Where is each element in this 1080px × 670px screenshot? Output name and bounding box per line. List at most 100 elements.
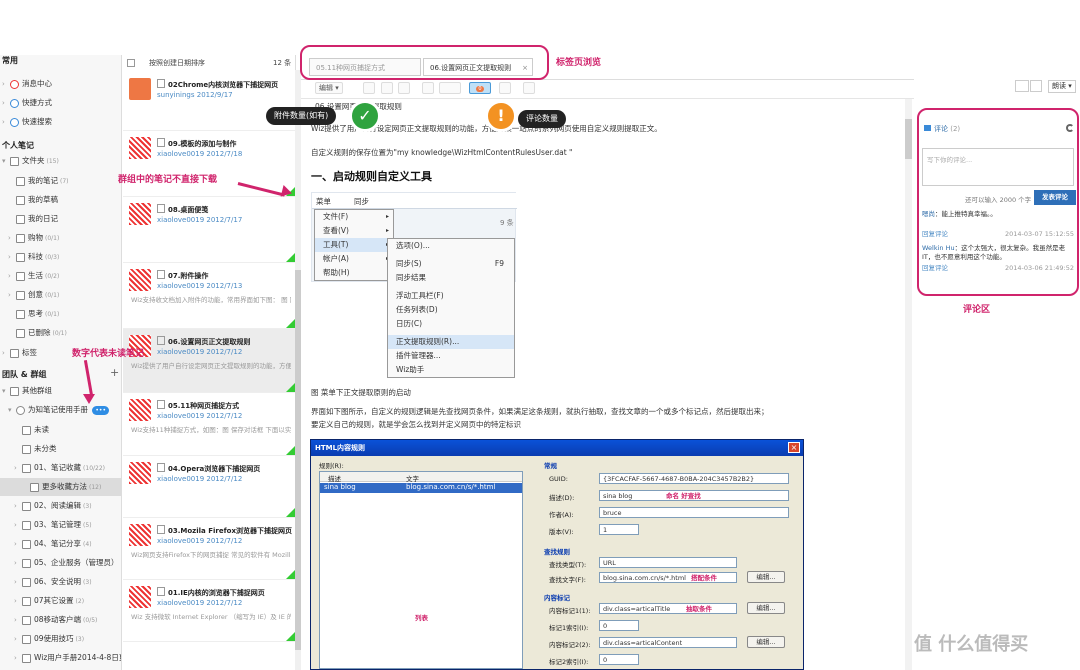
submenu-item[interactable]: 浮动工具栏(F) bbox=[388, 289, 514, 303]
chevron-right-icon[interactable]: › bbox=[14, 649, 22, 667]
submenu-item[interactable]: 选项(O)... bbox=[388, 239, 514, 253]
chevron-right-icon[interactable]: › bbox=[2, 75, 10, 93]
menu-item[interactable]: 查看(V) ▸ bbox=[315, 224, 393, 238]
info-icon[interactable] bbox=[398, 82, 410, 94]
group-folder-item[interactable]: ›05、企业服务（管理员）(13/17) bbox=[0, 554, 121, 572]
add-group-button[interactable]: + bbox=[110, 366, 119, 379]
submenu-item[interactable]: 任务列表(D) bbox=[388, 303, 514, 317]
note-list-item[interactable]: 07.附件操作 xiaolove0019 2012/7/13 Wiz支持收文档加入附… bbox=[123, 263, 295, 329]
index1-stepper[interactable]: 0 bbox=[599, 620, 639, 631]
history-icon[interactable] bbox=[499, 82, 511, 94]
close-icon[interactable]: × bbox=[788, 442, 800, 453]
save-icon[interactable] bbox=[363, 82, 375, 94]
version-stepper[interactable]: 1 bbox=[599, 524, 639, 535]
note-list-item[interactable]: 03.Mozila Firefox浏览器下捕捉网页 xiaolove0019 20… bbox=[123, 518, 295, 580]
group-folder-item[interactable]: › 01、笔记收藏 (10/22) bbox=[0, 459, 121, 477]
chevron-right-icon[interactable]: › bbox=[14, 573, 22, 591]
other-groups-node[interactable]: ▾ 其他群组 bbox=[0, 382, 121, 400]
group-folder-item[interactable]: › 06、安全说明 (3) bbox=[0, 573, 121, 591]
submenu-item[interactable]: 日历(C) bbox=[388, 317, 514, 331]
chevron-right-icon[interactable]: › bbox=[14, 459, 22, 477]
chevron-right-icon[interactable]: › bbox=[8, 267, 16, 285]
submenu-item[interactable]: 同步(S) F9 bbox=[388, 257, 514, 271]
sort-icon[interactable] bbox=[127, 59, 135, 67]
read-button[interactable]: 朗读 ▾ bbox=[1048, 80, 1076, 93]
group-folder-item[interactable]: › 02、阅读编辑 (3) bbox=[0, 497, 121, 515]
folder-item[interactable]: › 生活 (0/2) bbox=[0, 267, 121, 285]
note-list-item[interactable]: 09.模板的添加与制作 xiaolove0019 2012/7/18 bbox=[123, 131, 295, 197]
type-select[interactable]: URL bbox=[599, 557, 737, 568]
folder-item[interactable]: › 创意 (0/1) bbox=[0, 286, 121, 304]
chevron-right-icon[interactable]: › bbox=[8, 229, 16, 247]
viewer-scrollbar[interactable] bbox=[905, 99, 912, 670]
note-list-item[interactable]: 08.桌面便笺 xiaolove0019 2012/7/17 bbox=[123, 197, 295, 263]
note-info-icon[interactable] bbox=[523, 82, 535, 94]
menu-item[interactable]: 文件(F) ▸ bbox=[315, 210, 393, 224]
chevron-down-icon[interactable]: ▾ bbox=[2, 382, 10, 400]
author-field[interactable]: bruce bbox=[599, 507, 789, 518]
marker1-field[interactable]: div.class=articalTitle bbox=[599, 603, 737, 614]
submenu-item[interactable]: 正文提取规则(R)... bbox=[388, 335, 514, 349]
folder-item[interactable]: 我的笔记 (7) bbox=[0, 172, 121, 190]
chevron-down-icon[interactable]: ▾ bbox=[8, 401, 16, 419]
group-folder-item[interactable]: ›Wiz用户手册2014-4-8日更新 bbox=[0, 649, 121, 667]
folder-item[interactable]: 我的草稿 bbox=[0, 191, 121, 209]
group-folder-item[interactable]: › 09使用技巧 (3) bbox=[0, 630, 121, 648]
chevron-right-icon[interactable]: › bbox=[2, 113, 10, 131]
comment-icon[interactable]: 0 bbox=[469, 82, 491, 94]
chevron-right-icon[interactable]: › bbox=[14, 497, 22, 515]
note-list-item[interactable]: 06.设置网页正文提取规则 xiaolove0019 2012/7/12 Wiz提供… bbox=[123, 329, 295, 393]
folder-item[interactable]: › 科技 (0/3) bbox=[0, 248, 121, 266]
note-list-item[interactable]: 01.IE内核的浏览器下捕捉网页 xiaolove0019 2012/7/12 Wi… bbox=[123, 580, 295, 642]
group-folder-item[interactable]: › 03、笔记管理 (5) bbox=[0, 516, 121, 534]
folder-item[interactable]: 我的日记 bbox=[0, 210, 121, 228]
viewer-scroll-thumb[interactable] bbox=[905, 119, 912, 159]
attachment-icon[interactable] bbox=[381, 82, 393, 94]
chevron-down-icon[interactable]: ▾ bbox=[2, 152, 10, 170]
group-node[interactable]: ▾ 为知笔记使用手册 ••• bbox=[0, 401, 121, 419]
menu-item[interactable]: 帐户(A)▸ bbox=[315, 252, 393, 266]
group-folder-item[interactable]: 未分类 bbox=[0, 440, 121, 458]
edit-button-1[interactable]: 编辑... bbox=[747, 571, 785, 583]
group-folder-item[interactable]: 未读 bbox=[0, 421, 121, 439]
chevron-right-icon[interactable]: › bbox=[14, 592, 22, 610]
nav-item-common[interactable]: › 快捷方式 bbox=[0, 94, 121, 112]
rule-row[interactable]: sina blog blog.sina.com.cn/s/*.html bbox=[320, 483, 522, 493]
chevron-right-icon[interactable]: › bbox=[14, 516, 22, 534]
rules-list[interactable]: 描述 文字 sina blog blog.sina.com.cn/s/*.htm… bbox=[319, 471, 523, 669]
guid-field[interactable]: {3FCACFAF-5667-4687-B0BA-204C3457B2B2} bbox=[599, 473, 789, 484]
group-folder-item[interactable]: › 07其它设置 (2) bbox=[0, 592, 121, 610]
group-folder-item[interactable]: › 04、笔记分享 (4) bbox=[0, 535, 121, 553]
share-icon[interactable] bbox=[439, 82, 461, 94]
submenu-item[interactable]: 插件管理器... bbox=[388, 349, 514, 363]
chevron-right-icon[interactable]: › bbox=[14, 535, 22, 553]
folder-item[interactable]: 思考 (0/1) bbox=[0, 305, 121, 323]
outline-icon[interactable] bbox=[1015, 80, 1029, 92]
folder-item[interactable]: › 购物 (0/1) bbox=[0, 229, 121, 247]
chevron-right-icon[interactable]: › bbox=[8, 248, 16, 266]
menu-item[interactable]: 工具(T)▸ bbox=[315, 238, 393, 252]
note-list-item[interactable]: 05.11种网页捕捉方式 xiaolove0019 2012/7/12 Wiz支持1… bbox=[123, 393, 295, 456]
print-icon[interactable] bbox=[422, 82, 434, 94]
chevron-right-icon[interactable]: › bbox=[14, 611, 22, 629]
edit-button-2[interactable]: 编辑... bbox=[747, 602, 785, 614]
submenu-item[interactable]: Wiz助手 bbox=[388, 363, 514, 377]
group-folder-item[interactable]: › 08移动客户端 (0/5) bbox=[0, 611, 121, 629]
note-list-item[interactable]: 04.Opera浏览器下捕捉网页 xiaolove0019 2012/7/12 bbox=[123, 456, 295, 518]
marker2-field[interactable]: div.class=articalContent bbox=[599, 637, 737, 648]
folder-root[interactable]: ▾ 文件夹 (15) bbox=[0, 152, 121, 170]
chevron-right-icon[interactable]: › bbox=[8, 286, 16, 304]
folder-item[interactable]: 已删除 (0/1) bbox=[0, 324, 121, 342]
edit-button-3[interactable]: 编辑... bbox=[747, 636, 785, 648]
search-icon[interactable] bbox=[1030, 80, 1042, 92]
chevron-right-icon[interactable]: › bbox=[2, 344, 10, 362]
group-folder-item[interactable]: 更多收藏方法 (12) bbox=[0, 478, 121, 496]
chevron-right-icon[interactable]: › bbox=[2, 94, 10, 112]
nav-item-common[interactable]: › 快速搜索 bbox=[0, 113, 121, 131]
chevron-right-icon[interactable]: › bbox=[14, 554, 22, 572]
menu-item[interactable]: 帮助(H) bbox=[315, 266, 393, 280]
sort-selector[interactable]: 按照创建日期排序 bbox=[149, 58, 205, 68]
index2-stepper[interactable]: 0 bbox=[599, 654, 639, 665]
submenu-item[interactable]: 同步结果 bbox=[388, 271, 514, 285]
chevron-right-icon[interactable]: › bbox=[14, 630, 22, 648]
